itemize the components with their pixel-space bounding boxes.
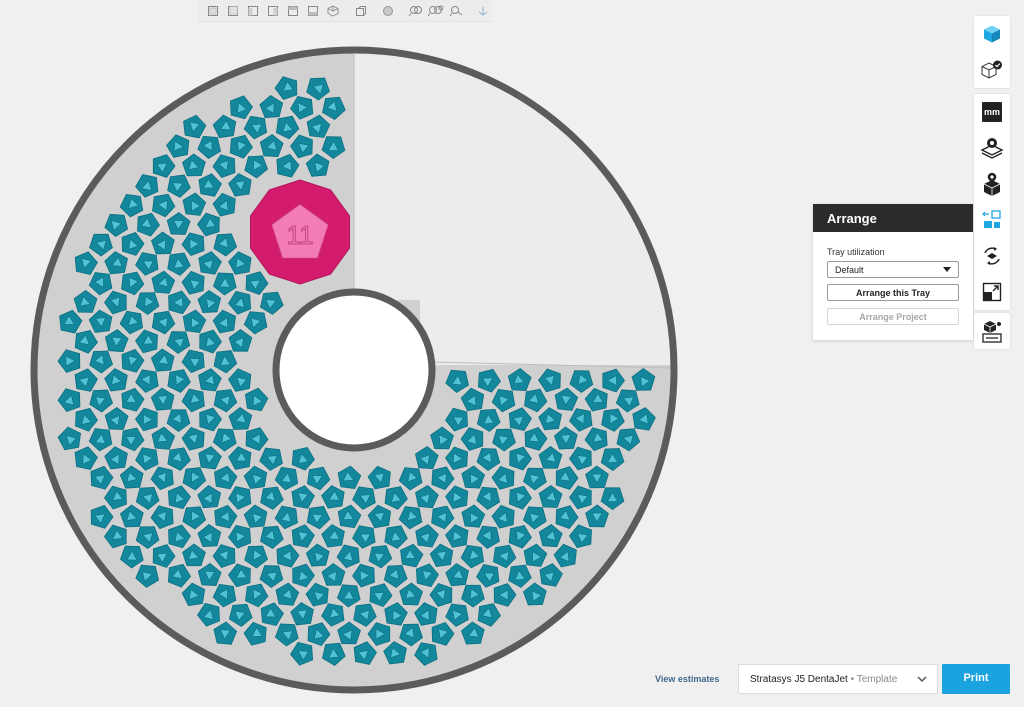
tray-utilization-value: Default [835, 265, 864, 275]
chevron-down-icon [916, 673, 928, 688]
arrange-tray-button[interactable]: Arrange this Tray [827, 284, 959, 301]
view-estimates-link[interactable]: View estimates [655, 674, 719, 684]
orient-icon[interactable] [974, 238, 1010, 274]
model-tools-strip: mm [974, 94, 1010, 310]
arrange-icon[interactable] [974, 202, 1010, 238]
tray-utilization-select[interactable]: Default [827, 261, 959, 278]
units-label: mm [982, 102, 1002, 122]
selected-model[interactable]: 11 [250, 179, 350, 285]
build-tray-viewport[interactable]: 11 [0, 0, 1024, 707]
printer-name: Stratasys J5 DentaJet [750, 674, 848, 685]
arrange-project-button[interactable]: Arrange Project [827, 308, 959, 325]
caret-down-icon [943, 267, 951, 272]
support-tools-strip [974, 313, 1010, 349]
tray-settings-icon[interactable] [974, 130, 1010, 166]
tray-center-hole [272, 288, 436, 452]
arrange-panel: Arrange Tray utilization Default Arrange… [813, 204, 973, 340]
printer-template: Template [856, 674, 898, 685]
arrange-panel-title: Arrange [813, 204, 973, 232]
printer-select[interactable]: Stratasys J5 DentaJet • Template [738, 664, 938, 694]
tray-utilization-label: Tray utilization [827, 247, 885, 257]
model-settings-icon[interactable] [974, 166, 1010, 202]
units-mm-icon[interactable]: mm [974, 94, 1010, 130]
print-button[interactable]: Print [942, 664, 1010, 694]
check-model-icon[interactable] [974, 52, 1010, 88]
support-icon[interactable] [974, 313, 1010, 349]
scale-icon[interactable] [974, 274, 1010, 310]
printer-cube-icon[interactable] [974, 16, 1010, 52]
view-tools-strip [974, 16, 1010, 88]
selected-part-label: 11 [287, 220, 314, 250]
